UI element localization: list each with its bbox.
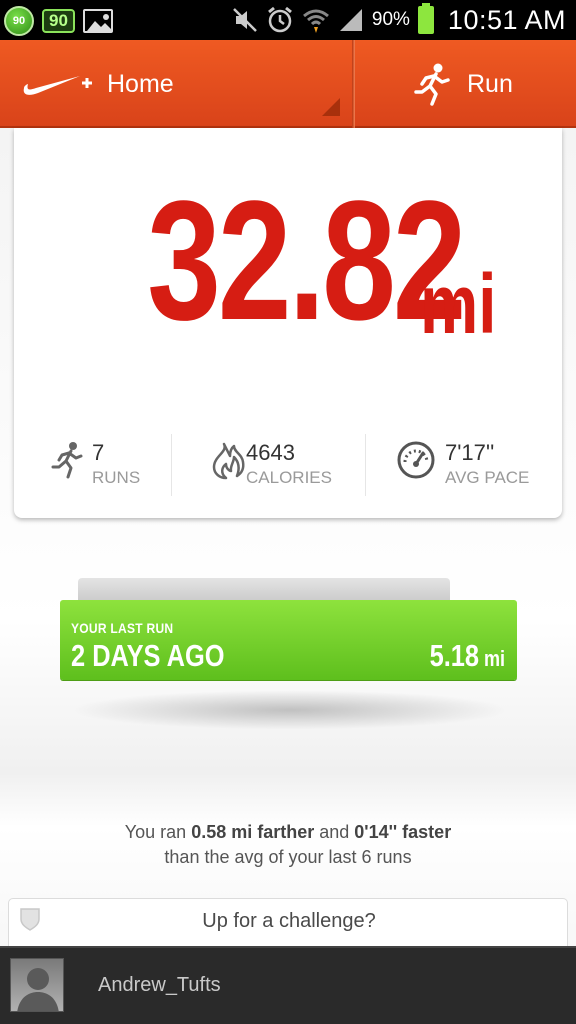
stat-avg-pace-value: 7'17'' bbox=[445, 440, 495, 465]
clock: 10:51 AM bbox=[447, 4, 566, 35]
last-run-distance-unit: mi bbox=[483, 646, 505, 671]
stat-calories-value: 4643 bbox=[246, 440, 295, 465]
battery-icon bbox=[417, 3, 434, 34]
challenge-button[interactable]: Up for a challenge? bbox=[8, 898, 568, 948]
summary-card[interactable]: 32.82mi 7 RUNS 4643 CALORIES 7'17'' AVG … bbox=[14, 128, 562, 518]
alarm-icon bbox=[267, 6, 292, 33]
app-header: Home Run bbox=[0, 40, 576, 128]
total-distance: 32.82mi bbox=[14, 176, 562, 346]
total-distance-unit: mi bbox=[419, 257, 497, 351]
runner-icon bbox=[51, 442, 83, 479]
comparison-farther: 0.58 mi farther bbox=[191, 822, 315, 842]
battery-percent: 90% bbox=[371, 9, 410, 30]
stat-avg-pace-label: AVG PACE bbox=[445, 468, 530, 487]
battery-badge-icon: 90 bbox=[42, 9, 75, 33]
comparison-text: You ran 0.58 mi farther and 0'14'' faste… bbox=[0, 820, 576, 870]
user-bar[interactable]: Andrew_Tufts bbox=[0, 946, 576, 1024]
speedometer-icon bbox=[397, 441, 435, 479]
comparison-prefix: You ran bbox=[124, 822, 192, 842]
stat-avg-pace: 7'17'' AVG PACE bbox=[396, 428, 546, 498]
wifi-icon bbox=[302, 9, 329, 33]
stat-calories: 4643 CALORIES bbox=[208, 428, 378, 498]
comparison-suffix: than the avg of your last 6 runs bbox=[164, 847, 412, 867]
run-label: Run bbox=[467, 70, 513, 98]
dropdown-corner-icon bbox=[322, 98, 340, 116]
home-label: Home bbox=[107, 70, 174, 98]
run-button[interactable]: Run bbox=[355, 40, 576, 128]
stat-divider bbox=[365, 434, 366, 496]
notification-badge-icon: 90 bbox=[4, 6, 34, 36]
runner-icon bbox=[414, 63, 450, 106]
stat-divider bbox=[171, 434, 172, 496]
comparison-middle: and bbox=[314, 822, 355, 842]
gallery-icon bbox=[82, 9, 113, 33]
status-bar: 90 90 90% 10:51 AM bbox=[0, 0, 576, 40]
stat-runs: 7 RUNS bbox=[48, 428, 178, 498]
mute-icon bbox=[233, 8, 257, 32]
username[interactable]: Andrew_Tufts bbox=[98, 974, 221, 997]
total-distance-value: 32.82 bbox=[147, 166, 466, 356]
stat-calories-label: CALORIES bbox=[246, 468, 332, 487]
last-run-shadow bbox=[70, 690, 510, 730]
stat-runs-label: RUNS bbox=[92, 468, 141, 487]
flame-icon bbox=[212, 442, 245, 480]
comparison-faster: 0'14'' faster bbox=[354, 822, 452, 842]
last-run-when: 2 DAYS AGO bbox=[71, 638, 225, 673]
signal-icon bbox=[339, 9, 362, 31]
avatar[interactable] bbox=[10, 958, 64, 1012]
last-run-distance: 5.18 mi bbox=[430, 638, 505, 674]
last-run-distance-value: 5.18 bbox=[429, 638, 480, 673]
nike-plus-logo-icon bbox=[23, 76, 92, 95]
stat-runs-value: 7 bbox=[92, 440, 105, 465]
last-run-label: YOUR LAST RUN bbox=[71, 620, 174, 636]
challenge-label: Up for a challenge? bbox=[202, 910, 376, 932]
last-run-card[interactable]: YOUR LAST RUN 2 DAYS AGO 5.18 mi bbox=[60, 600, 517, 680]
home-menu-button[interactable]: Home bbox=[0, 40, 352, 128]
